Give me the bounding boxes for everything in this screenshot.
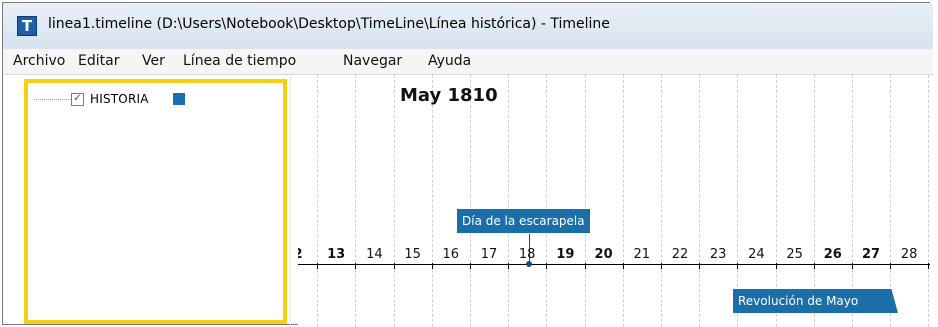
menu-navegar[interactable]: Navegar — [343, 53, 402, 69]
tree-connector — [34, 99, 73, 100]
day-tick — [851, 263, 853, 269]
period-label: May 1810 — [400, 85, 498, 106]
day-gridline — [622, 75, 624, 327]
day-gridline — [660, 75, 662, 327]
day-label: 17 — [480, 247, 498, 262]
day-label: 26 — [823, 247, 842, 262]
day-gridline — [355, 75, 357, 327]
category-panel: ✓ HISTORIA — [24, 79, 287, 324]
menu-editar[interactable]: Editar — [78, 53, 119, 69]
category-color-swatch — [173, 93, 185, 105]
menu-linea-de-tiempo[interactable]: Línea de tiempo — [183, 53, 296, 69]
day-tick — [699, 263, 701, 269]
day-label: 2 — [298, 247, 303, 262]
event-revolucion-de-mayo[interactable]: Revolución de Mayo — [733, 289, 898, 313]
event-dia-de-la-escarapela[interactable]: Día de la escarapela — [457, 209, 590, 233]
title-bar: T linea1.timeline (D:\Users\Notebook\Des… — [3, 3, 933, 50]
day-gridline — [431, 75, 433, 327]
day-tick — [928, 263, 930, 269]
day-label: 21 — [633, 247, 651, 262]
window-title: linea1.timeline (D:\Users\Notebook\Deskt… — [48, 16, 610, 32]
day-label: 16 — [442, 247, 460, 262]
day-label: 13 — [327, 247, 346, 262]
day-gridline — [546, 75, 548, 327]
category-label[interactable]: HISTORIA — [90, 92, 149, 106]
day-tick — [775, 263, 777, 269]
menu-bar: Archivo Editar Ver Línea de tiempo Naveg… — [3, 49, 933, 75]
day-label: 28 — [900, 247, 918, 262]
day-tick — [469, 263, 471, 269]
day-tick — [355, 263, 357, 269]
day-label: 27 — [861, 247, 881, 262]
day-gridline — [393, 75, 395, 327]
day-tick — [508, 263, 510, 269]
panel-divider[interactable] — [290, 75, 291, 327]
day-gridline — [317, 75, 319, 327]
day-label: 24 — [748, 247, 765, 262]
day-gridline — [584, 75, 586, 327]
day-tick — [584, 263, 586, 269]
day-label: 20 — [594, 247, 613, 262]
day-label: 25 — [786, 247, 803, 262]
menu-ver[interactable]: Ver — [142, 53, 165, 69]
day-gridline — [928, 75, 930, 327]
day-label: 22 — [671, 247, 689, 262]
day-tick — [813, 263, 815, 269]
menu-archivo[interactable]: Archivo — [13, 53, 65, 69]
category-checkbox[interactable]: ✓ — [71, 93, 84, 106]
day-tick — [431, 263, 433, 269]
day-tick — [393, 263, 395, 269]
day-gridline — [699, 75, 701, 327]
day-label: 19 — [556, 247, 575, 262]
day-label: 18 — [518, 247, 536, 262]
day-gridline — [508, 75, 510, 327]
timeline-canvas[interactable]: May 1810 Día de la escarapela Revolución… — [298, 75, 930, 327]
day-label: 23 — [709, 247, 727, 262]
day-tick — [546, 263, 548, 269]
day-gridline — [469, 75, 471, 327]
menu-ayuda[interactable]: Ayuda — [428, 53, 471, 69]
day-tick — [317, 263, 319, 269]
day-tick — [660, 263, 662, 269]
day-tick — [622, 263, 624, 269]
day-label: 14 — [366, 247, 383, 262]
day-tick — [890, 263, 892, 269]
day-tick — [737, 263, 739, 269]
day-label: 15 — [404, 247, 421, 262]
timeline-app-icon: T — [17, 16, 37, 36]
